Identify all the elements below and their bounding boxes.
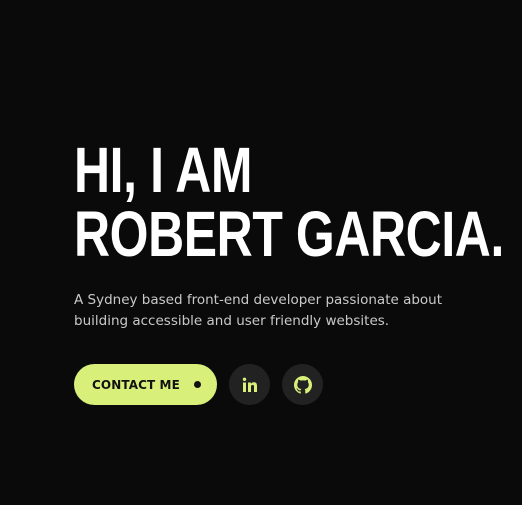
hero-actions: CONTACT ME (74, 364, 504, 405)
hero-intro: A Sydney based front-end developer passi… (74, 292, 443, 329)
linkedin-link[interactable] (229, 364, 270, 405)
github-link[interactable] (282, 364, 323, 405)
contact-me-button[interactable]: CONTACT ME (74, 364, 217, 405)
headline-greeting: HI, I AM (74, 134, 253, 206)
headline-name: ROBERT GARCIA. (74, 198, 504, 270)
dot-icon (194, 381, 201, 388)
github-icon (293, 375, 312, 394)
hero-headline: HI, I AM ROBERT GARCIA. (74, 134, 504, 270)
linkedin-icon (242, 377, 257, 392)
contact-me-label: CONTACT ME (92, 377, 180, 392)
hero-section: HI, I AM ROBERT GARCIA. A Sydney based f… (74, 138, 504, 405)
